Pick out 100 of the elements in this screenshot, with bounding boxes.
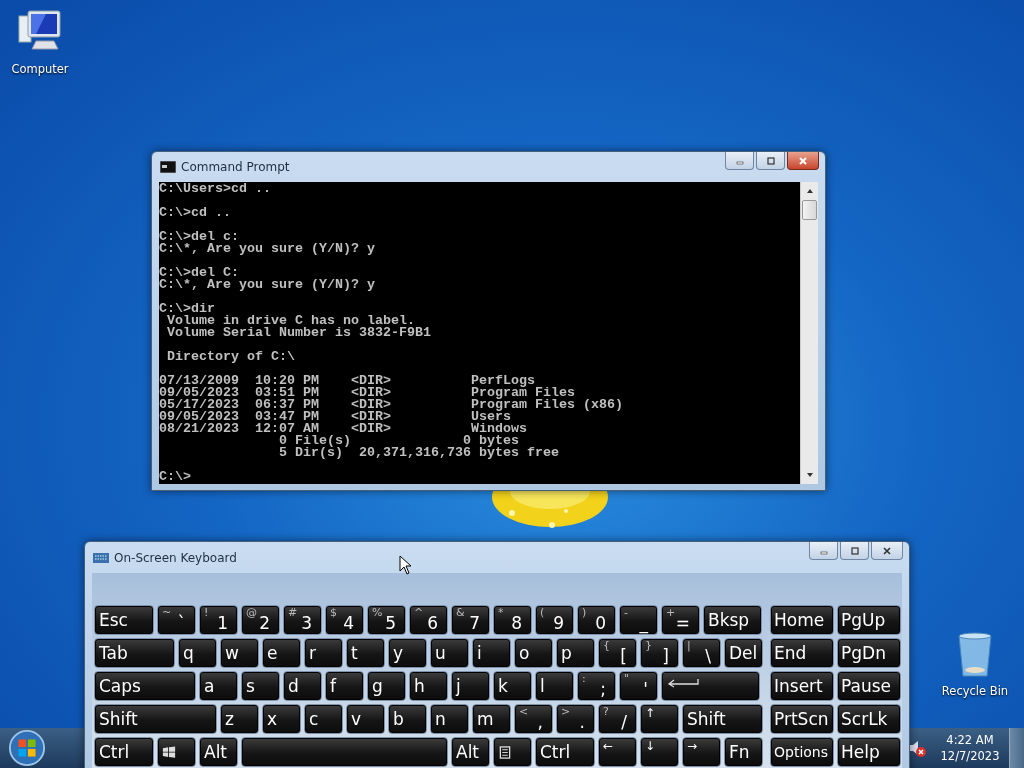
keyboard-key[interactable]: ( 9 [535,605,574,635]
keyboard-key[interactable]: e [262,638,301,668]
keyboard-key[interactable]: Fn [724,737,763,767]
close-button[interactable] [787,152,819,170]
keyboard-icon [93,551,109,564]
keyboard-key[interactable]: Caps [94,671,196,701]
keyboard-key[interactable]: z [220,704,259,734]
start-button[interactable] [8,729,46,767]
keyboard-key[interactable]: v [346,704,385,734]
keyboard-key[interactable]: Alt [451,737,490,767]
keyboard-key[interactable]: } ] [640,638,679,668]
keyboard-key[interactable]: < , [514,704,553,734]
keyboard-key[interactable]: Del [724,638,763,668]
keyboard-key[interactable]: ^ 6 [409,605,448,635]
keyboard-key[interactable]: b [388,704,427,734]
keyboard-key[interactable]: & 7 [451,605,490,635]
keyboard-key[interactable]: PgDn [837,638,901,668]
keyboard-key[interactable]: End [770,638,834,668]
keyboard-key[interactable]: s [241,671,280,701]
keyboard-key[interactable]: Options [770,737,834,767]
icon-label: Computer [11,62,69,76]
speaker-icon[interactable] [907,738,927,758]
keyboard-key[interactable]: ~ ` [157,605,196,635]
clock[interactable]: 4:22 AM 12/7/2023 [937,732,1003,764]
keyboard-key[interactable]: Alt [199,737,238,767]
scrollbar[interactable] [800,182,818,484]
console-line: C:\>del C: [159,267,240,279]
keyboard-key[interactable]: * 8 [493,605,532,635]
keyboard-key[interactable]: y [388,638,427,668]
keyboard-key[interactable]: Ctrl [94,737,154,767]
keyboard-key[interactable]: > . [556,704,595,734]
keyboard-key[interactable]: : ; [577,671,616,701]
keyboard-key[interactable]: Bksp [703,605,762,635]
close-icon [798,155,808,166]
keyboard-key[interactable]: ScrLk [837,704,901,734]
keyboard-key[interactable]: ? / [598,704,637,734]
keyboard-key[interactable]: " ' [619,671,658,701]
keyboard-key[interactable]: Esc [94,605,154,635]
keyboard-key[interactable]: - _ [619,605,658,635]
maximize-icon [765,155,776,166]
keyboard-key[interactable] [661,671,760,701]
keyboard-key[interactable]: % 5 [367,605,406,635]
keyboard-key[interactable]: q [178,638,217,668]
keyboard-key[interactable]: Shift [682,704,763,734]
console-line: C:\*, Are you sure (Y/N)? y [159,279,376,291]
keyboard-key[interactable]: d [283,671,322,701]
keyboard-key[interactable]: ) 0 [577,605,616,635]
console-line: 09/05/2023 03:47 PM <DIR> Users [159,411,511,423]
keyboard-key[interactable]: a [199,671,238,701]
close-button[interactable] [871,542,903,560]
keyboard-key[interactable]: ← [598,737,637,767]
keyboard-key[interactable]: h [409,671,448,701]
keyboard-key[interactable]: { [ [598,638,637,668]
keyboard-key[interactable]: l [535,671,574,701]
keyboard-key[interactable]: x [262,704,301,734]
keyboard-key[interactable]: Insert [770,671,834,701]
keyboard-key[interactable]: w [220,638,259,668]
keyboard-key[interactable]: t [346,638,385,668]
keyboard-key[interactable]: += [661,605,700,635]
scroll-thumb[interactable] [802,200,817,220]
keyboard-key[interactable]: PgUp [837,605,901,635]
minimize-button[interactable] [809,542,838,560]
keyboard-key[interactable]: u [430,638,469,668]
keyboard-key[interactable]: i [472,638,511,668]
console-line: Directory of C:\ [166,351,296,363]
keyboard-key[interactable]: n [430,704,469,734]
keyboard-key[interactable]: # 3 [283,605,322,635]
console-line: 0 File(s) 0 bytes [277,435,520,447]
icon-label: Recycle Bin [941,684,1009,698]
keyboard-key[interactable]: o [514,638,553,668]
maximize-button[interactable] [756,152,785,170]
keyboard-key[interactable]: Help [837,737,901,767]
keyboard-key[interactable]: Tab [94,638,175,668]
keyboard-key[interactable]: Shift [94,704,217,734]
keyboard-key[interactable]: PrtScn [770,704,834,734]
space-key[interactable] [241,737,448,767]
keyboard-key[interactable]: Pause [837,671,901,701]
keyboard-key[interactable]: m [472,704,511,734]
keyboard-key[interactable]: r [304,638,343,668]
keyboard-key[interactable]: Ctrl [535,737,595,767]
keyboard-key[interactable] [157,737,196,767]
keyboard-key[interactable]: g [367,671,406,701]
maximize-button[interactable] [840,542,869,560]
keyboard-key[interactable]: j [451,671,490,701]
console-line: Volume in drive C has no label. [166,315,415,327]
minimize-button[interactable] [725,152,754,170]
keyboard-key[interactable]: k [493,671,532,701]
maximize-icon [849,545,860,556]
keyboard-key[interactable]: → [682,737,721,767]
keyboard-key[interactable]: ↓ [640,737,679,767]
keyboard-key[interactable]: ↑ [640,704,679,734]
keyboard-key[interactable]: ! 1 [199,605,238,635]
keyboard-key[interactable]: $ 4 [325,605,364,635]
keyboard-key[interactable]: | \ [682,638,721,668]
keyboard-key[interactable]: c [304,704,343,734]
keyboard-key[interactable] [493,737,532,767]
keyboard-key[interactable]: p [556,638,595,668]
keyboard-key[interactable]: @2 [241,605,280,635]
keyboard-key[interactable]: Home [770,605,834,635]
keyboard-key[interactable]: f [325,671,364,701]
